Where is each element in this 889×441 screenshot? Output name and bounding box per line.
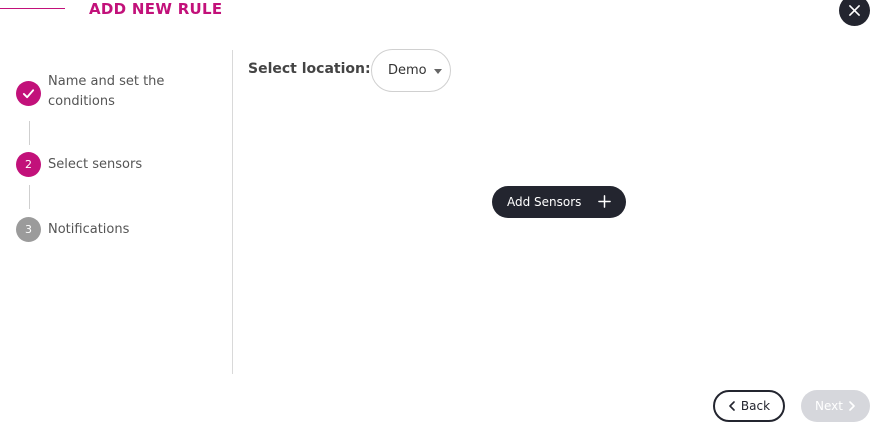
step-label: Name and set the conditions [48, 74, 165, 109]
step-notifications[interactable]: 3 Notifications [16, 217, 129, 242]
checkmark-icon [22, 89, 35, 99]
chevron-left-icon [729, 401, 735, 411]
step-number-badge: 2 [16, 152, 41, 177]
location-select[interactable]: Demo [371, 49, 451, 92]
step-label: Notifications [48, 222, 130, 237]
location-selected-value: Demo [388, 63, 427, 78]
page-title: ADD NEW RULE [89, 0, 223, 18]
step-connector [29, 121, 30, 145]
close-icon [849, 5, 860, 16]
add-sensors-label: Add Sensors [507, 195, 582, 209]
step-connector [29, 185, 30, 209]
close-button[interactable] [839, 0, 870, 26]
add-sensors-button[interactable]: Add Sensors [492, 186, 626, 218]
next-label: Next [815, 399, 843, 413]
step-number-badge: 3 [16, 217, 41, 242]
title-decoration-line [0, 8, 65, 9]
plus-icon [598, 195, 611, 208]
step-name-and-conditions[interactable]: Name and set the conditions [16, 72, 188, 112]
chevron-down-icon [434, 69, 442, 74]
back-label: Back [740, 399, 771, 413]
chevron-right-icon [849, 401, 855, 411]
step-label: Select sensors [48, 157, 143, 172]
step-select-sensors[interactable]: 2 Select sensors [16, 152, 142, 177]
next-button[interactable]: Next [801, 390, 870, 422]
vertical-divider [232, 50, 233, 374]
location-label: Select location: [248, 61, 371, 77]
step-complete-indicator [16, 81, 41, 106]
back-button[interactable]: Back [713, 390, 785, 422]
